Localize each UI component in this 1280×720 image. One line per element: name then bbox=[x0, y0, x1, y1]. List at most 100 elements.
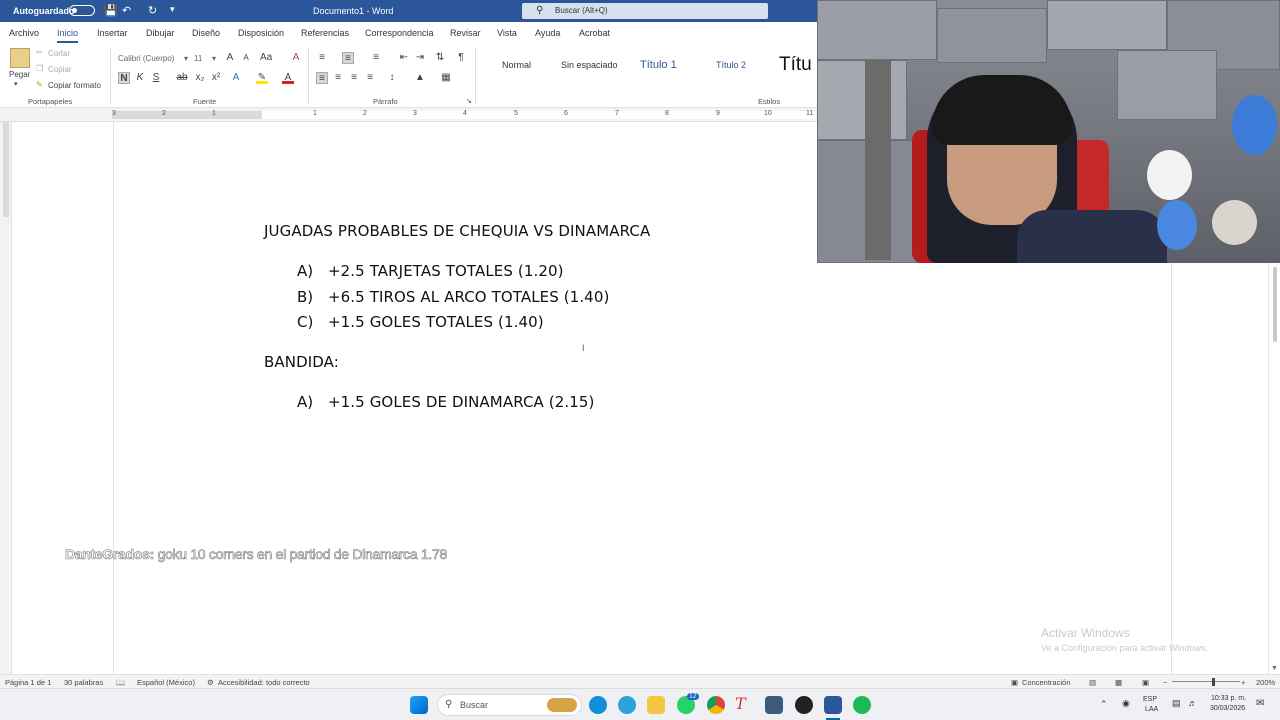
show-hidden-icons-icon[interactable]: ⌃ bbox=[1100, 699, 1108, 710]
list-item[interactable]: +6.5 TIROS AL ARCO TOTALES (1.40) bbox=[328, 288, 609, 306]
zoom-in-icon[interactable]: + bbox=[1241, 678, 1245, 687]
show-marks-icon[interactable]: ¶ bbox=[455, 52, 467, 64]
focus-mode-button[interactable]: Concentración bbox=[1022, 678, 1070, 687]
vertical-scrollbar[interactable]: ▼ bbox=[1268, 263, 1280, 674]
clear-formatting-icon[interactable]: A bbox=[290, 52, 302, 64]
tab-ayuda[interactable]: Ayuda bbox=[535, 28, 560, 38]
multilevel-list-icon[interactable]: ≡ bbox=[370, 52, 382, 64]
sort-icon[interactable]: ⇅ bbox=[434, 52, 446, 64]
volume-icon[interactable]: ♬ bbox=[1188, 698, 1197, 708]
line-spacing-icon[interactable]: ↕ bbox=[386, 72, 398, 84]
word-icon[interactable] bbox=[824, 696, 842, 714]
style-titulo-1[interactable]: Título 1 bbox=[640, 59, 677, 71]
style-sin-espaciado[interactable]: Sin espaciado bbox=[561, 60, 618, 70]
align-center-icon[interactable]: ≡ bbox=[332, 72, 344, 84]
align-left-icon[interactable]: ≡ bbox=[316, 72, 328, 84]
paste-button[interactable]: Pegar bbox=[9, 70, 30, 79]
format-painter-button[interactable]: Copiar formato bbox=[48, 81, 101, 90]
network-icon[interactable]: ▤ bbox=[1172, 698, 1181, 709]
clock-date[interactable]: 30/03/2026 bbox=[1210, 705, 1245, 712]
clock-time[interactable]: 10:33 p. m. bbox=[1211, 695, 1246, 702]
save-icon[interactable]: 💾 bbox=[104, 4, 118, 17]
italic-icon[interactable]: K bbox=[134, 72, 146, 84]
language-indicator[interactable]: Español (México) bbox=[137, 678, 195, 687]
underline-icon[interactable]: S bbox=[150, 72, 162, 84]
text-app-icon[interactable]: T bbox=[735, 694, 746, 713]
tab-referencias[interactable]: Referencias bbox=[301, 28, 349, 38]
tab-archivo[interactable]: Archivo bbox=[9, 28, 39, 38]
zoom-out-icon[interactable]: − bbox=[1163, 678, 1167, 687]
style-titulo-2[interactable]: Título 2 bbox=[716, 60, 746, 70]
microphone-icon[interactable]: ◉ bbox=[1122, 698, 1130, 709]
font-name-dropdown[interactable]: Calibri (Cuerpo) ▾ bbox=[117, 52, 191, 65]
file-explorer-icon[interactable] bbox=[647, 696, 665, 714]
zoom-slider[interactable] bbox=[1172, 681, 1240, 682]
paragraph-settings-icon[interactable]: ↘ bbox=[463, 96, 475, 108]
tab-dibujar[interactable]: Dibujar bbox=[146, 28, 175, 38]
tab-correspondencia[interactable]: Correspondencia bbox=[365, 28, 434, 38]
decrease-indent-icon[interactable]: ⇤ bbox=[398, 52, 410, 64]
edge-icon[interactable] bbox=[589, 696, 607, 714]
undo-icon[interactable]: ↶ bbox=[122, 4, 131, 17]
print-layout-icon[interactable]: ▦ bbox=[1115, 678, 1122, 687]
list-item[interactable]: +1.5 GOLES DE DINAMARCA (2.15) bbox=[328, 393, 594, 411]
proofing-icon[interactable]: 📖 bbox=[116, 678, 125, 687]
superscript-icon[interactable]: x² bbox=[210, 72, 222, 84]
justify-icon[interactable]: ≡ bbox=[364, 72, 376, 84]
calculator-icon[interactable] bbox=[765, 696, 783, 714]
page-count[interactable]: Página 1 de 1 bbox=[5, 678, 51, 687]
tab-vista[interactable]: Vista bbox=[497, 28, 517, 38]
style-titulo[interactable]: Títu bbox=[779, 54, 812, 76]
list-item[interactable]: +1.5 GOLES TOTALES (1.40) bbox=[328, 313, 544, 331]
chrome-icon[interactable] bbox=[707, 696, 725, 714]
shading-icon[interactable]: ▲ bbox=[414, 72, 426, 84]
vertical-ruler[interactable] bbox=[0, 122, 12, 674]
tab-disposicion[interactable]: Disposición bbox=[238, 28, 284, 38]
obs-icon[interactable] bbox=[795, 696, 813, 714]
redo-icon[interactable]: ↻ bbox=[148, 4, 157, 17]
bold-icon[interactable]: N bbox=[118, 72, 130, 84]
spotify-icon[interactable] bbox=[853, 696, 871, 714]
copy-button[interactable]: Copiar bbox=[48, 65, 72, 74]
style-normal[interactable]: Normal bbox=[502, 60, 531, 70]
highlight-color-icon[interactable]: ✎ bbox=[256, 72, 268, 84]
increase-indent-icon[interactable]: ⇥ bbox=[414, 52, 426, 64]
list-item[interactable]: +2.5 TARJETAS TOTALES (1.20) bbox=[328, 262, 564, 280]
borders-icon[interactable]: ▦ bbox=[440, 72, 452, 84]
text-effects-icon[interactable]: A bbox=[230, 72, 242, 84]
telegram-icon[interactable] bbox=[618, 696, 636, 714]
paste-dropdown-icon[interactable]: ▾ bbox=[14, 80, 18, 88]
paste-icon[interactable] bbox=[10, 48, 30, 68]
autosave-toggle[interactable] bbox=[69, 5, 95, 16]
zoom-level[interactable]: 200% bbox=[1256, 678, 1275, 687]
numbering-icon[interactable]: ≡ bbox=[342, 52, 354, 64]
zoom-slider-thumb[interactable] bbox=[1212, 678, 1215, 686]
shrink-font-icon[interactable]: A bbox=[240, 52, 252, 64]
document-subheading[interactable]: BANDIDA: bbox=[264, 353, 339, 371]
align-right-icon[interactable]: ≡ bbox=[348, 72, 360, 84]
customize-quick-access-icon[interactable]: ▾ bbox=[170, 4, 175, 15]
language-indicator-taskbar[interactable]: ESP bbox=[1143, 696, 1157, 703]
cut-button[interactable]: Cortar bbox=[48, 49, 70, 58]
grow-font-icon[interactable]: A bbox=[224, 52, 236, 64]
tab-diseno[interactable]: Diseño bbox=[192, 28, 220, 38]
tab-inicio[interactable]: Inicio bbox=[57, 28, 79, 43]
strikethrough-icon[interactable]: ab bbox=[176, 72, 188, 84]
font-color-icon[interactable]: A bbox=[282, 72, 294, 84]
accessibility-status[interactable]: Accesibilidad: todo correcto bbox=[218, 678, 310, 687]
scroll-down-icon[interactable]: ▼ bbox=[1271, 665, 1278, 672]
subscript-icon[interactable]: x₂ bbox=[194, 72, 206, 84]
tab-acrobat[interactable]: Acrobat bbox=[579, 28, 610, 38]
tab-insertar[interactable]: Insertar bbox=[97, 28, 128, 38]
notifications-icon[interactable]: ✉ bbox=[1256, 698, 1264, 709]
tab-revisar[interactable]: Revisar bbox=[450, 28, 481, 38]
windows-start-icon[interactable] bbox=[410, 696, 428, 714]
search-box[interactable]: ⚲ Buscar (Alt+Q) bbox=[522, 3, 768, 19]
font-size-dropdown[interactable]: 11 ▾ bbox=[193, 52, 219, 65]
scrollbar-thumb[interactable] bbox=[1273, 267, 1277, 342]
change-case-icon[interactable]: Aa bbox=[260, 52, 272, 64]
web-layout-icon[interactable]: ▣ bbox=[1142, 678, 1149, 687]
word-count[interactable]: 30 palabras bbox=[64, 678, 103, 687]
document-heading[interactable]: JUGADAS PROBABLES DE CHEQUIA VS DINAMARC… bbox=[264, 222, 650, 240]
read-mode-icon[interactable]: ▤ bbox=[1089, 678, 1096, 687]
